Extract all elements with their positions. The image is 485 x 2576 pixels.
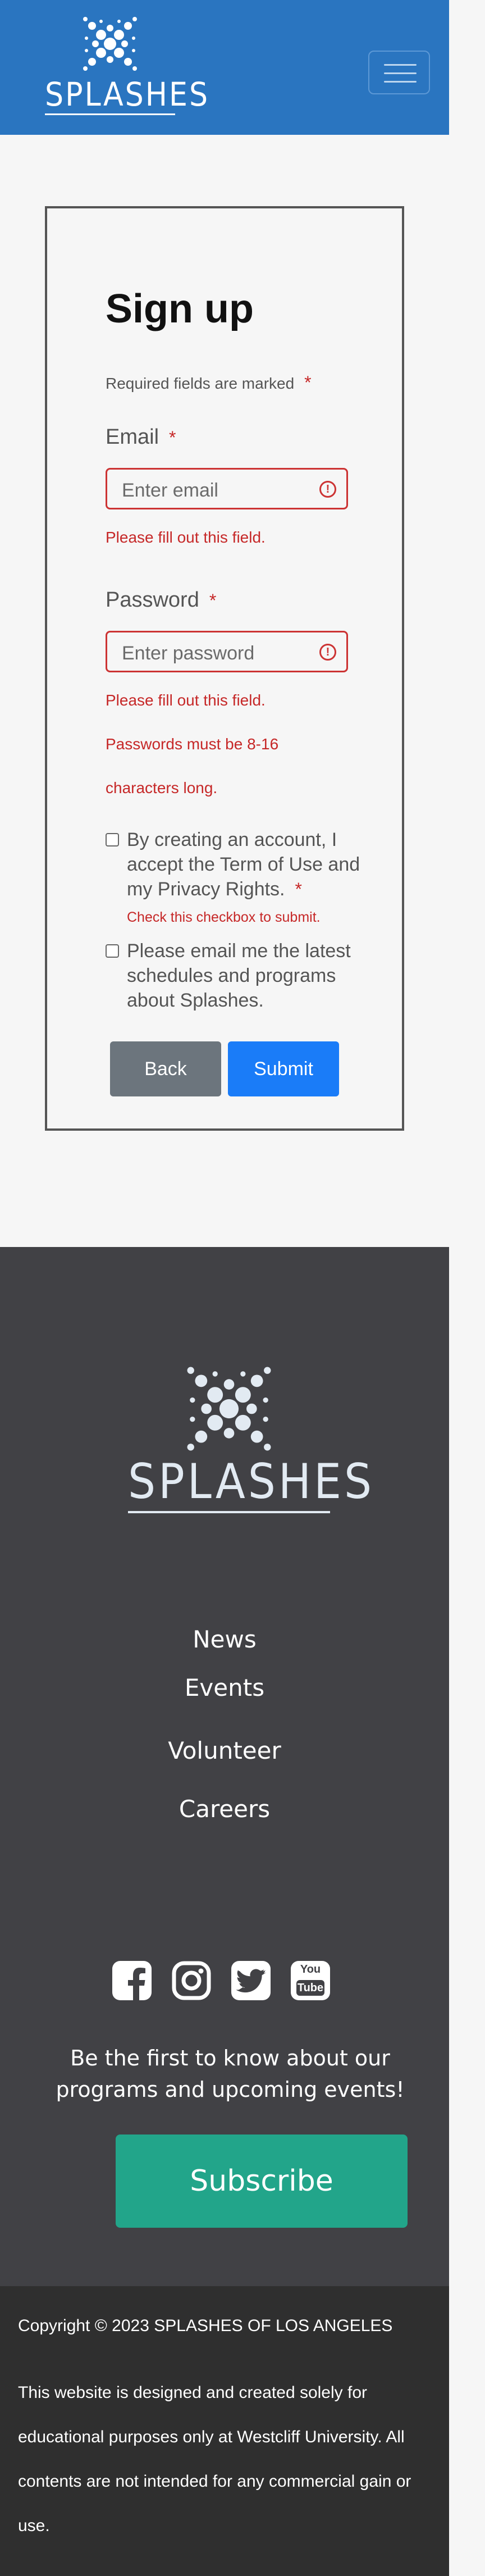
twitter-glyph — [236, 1969, 267, 1993]
footer-nav-volunteer[interactable]: Volunteer — [0, 1737, 449, 1764]
splash-logo-icon — [187, 1367, 271, 1451]
password-field[interactable]: Enter password ! — [106, 631, 348, 672]
email-label: Email * — [106, 425, 176, 449]
footer-logo[interactable]: SPLASHES — [128, 1364, 375, 1513]
menu-toggle-button[interactable] — [368, 51, 430, 94]
facebook-icon[interactable] — [112, 1961, 152, 2000]
terms-label: By creating an account, I accept the Ter… — [127, 827, 363, 902]
footer-logo-underline — [128, 1511, 330, 1513]
facebook-glyph — [128, 1968, 145, 2000]
header-logo-underline — [45, 113, 175, 115]
page-title: Sign up — [106, 286, 254, 331]
hamburger-icon-line — [384, 81, 417, 83]
error-icon: ! — [319, 644, 336, 661]
password-label: Password * — [106, 588, 216, 612]
newsletter-label: Please email me the latest schedules and… — [127, 940, 351, 1011]
required-star: * — [169, 427, 176, 448]
youtube-text-bottom: Tube — [296, 1980, 324, 1996]
error-icon: ! — [319, 481, 336, 498]
terms-error: Check this checkbox to submit. — [127, 909, 321, 925]
password-label-text: Password — [106, 588, 199, 612]
terms-text: By creating an account, I accept the Ter… — [127, 829, 360, 900]
required-star: * — [209, 590, 217, 611]
disclaimer-text: This website is designed and created sol… — [18, 2383, 411, 2535]
signup-card: Sign up Required fields are marked * Emai… — [45, 206, 404, 1131]
submit-button[interactable]: Submit — [228, 1041, 339, 1096]
instagram-icon[interactable] — [172, 1961, 211, 2000]
footer-logo-text: SPLASHES — [128, 1454, 375, 1510]
email-error: Please fill out this field. — [106, 529, 266, 546]
hamburger-icon — [384, 64, 417, 66]
subscribe-button[interactable]: Subscribe — [116, 2134, 408, 2228]
password-rule-line1: Passwords must be 8-16 — [106, 735, 279, 753]
hamburger-icon-line — [384, 72, 417, 74]
youtube-icon[interactable]: You Tube — [291, 1961, 330, 2000]
top-navbar: SPLASHES — [0, 0, 449, 135]
terms-checkbox[interactable] — [106, 833, 119, 846]
email-placeholder: Enter email — [122, 480, 218, 501]
required-star: * — [304, 372, 312, 393]
password-error: Please fill out this field. — [106, 691, 266, 709]
required-fields-note: Required fields are marked * — [106, 372, 312, 393]
required-star: * — [295, 879, 302, 899]
newsletter-checkbox[interactable] — [106, 944, 119, 958]
email-label-text: Email — [106, 425, 159, 449]
newsletter-tagline: Be the first to know about our programs … — [56, 2046, 405, 2102]
header-logo[interactable]: SPLASHES — [45, 16, 210, 115]
instagram-glyph — [172, 1961, 211, 2000]
twitter-icon[interactable] — [231, 1961, 271, 2000]
splash-logo-icon — [83, 17, 137, 71]
password-placeholder: Enter password — [122, 643, 255, 664]
required-note-text: Required fields are marked — [106, 375, 295, 392]
footer-nav-news[interactable]: News — [0, 1626, 449, 1653]
email-field[interactable]: Enter email ! — [106, 468, 348, 509]
password-rule-line2: characters long. — [106, 779, 218, 797]
copyright-text: Copyright © 2023 SPLASHES OF LOS ANGELES — [18, 2316, 393, 2335]
header-logo-text: SPLASHES — [45, 75, 210, 113]
back-button[interactable]: Back — [110, 1041, 221, 1096]
youtube-text-top: You — [300, 1963, 321, 1976]
footer-nav-events[interactable]: Events — [0, 1674, 449, 1701]
footer-nav-careers[interactable]: Careers — [0, 1795, 449, 1823]
